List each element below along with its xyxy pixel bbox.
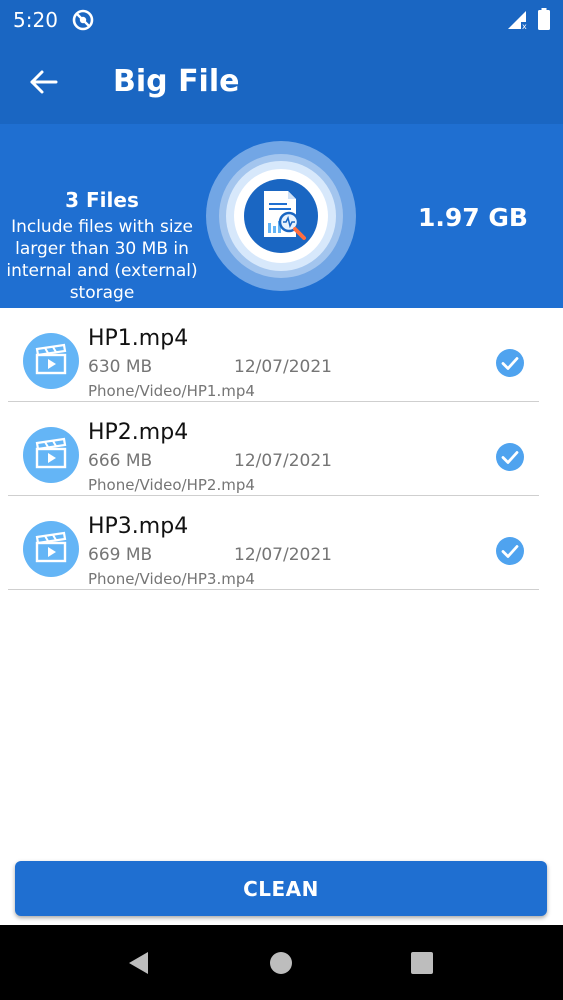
file-size: 630 MB [88,357,153,377]
video-file-icon [23,427,79,483]
file-size: 666 MB [88,451,153,471]
arrow-left-icon[interactable] [22,62,66,102]
summary-panel: 3 Files Include files with size larger t… [0,124,563,308]
checkmark-icon[interactable] [495,536,525,566]
battery-icon [538,8,550,30]
file-name: HP1.mp4 [88,326,189,351]
file-path: Phone/Video/HP3.mp4 [88,570,255,588]
file-list: HP1.mp4 630 MB 12/07/2021 Phone/Video/HP… [0,308,563,590]
video-file-icon [23,521,79,577]
status-bar: 5:20 x [0,0,563,40]
clean-button[interactable]: CLEAN [15,861,547,916]
document-search-icon [206,141,356,291]
nav-back-icon[interactable] [126,950,152,976]
file-date: 12/07/2021 [234,357,332,377]
navigation-bar [0,925,563,1000]
status-time: 5:20 [13,8,58,32]
nav-home-icon[interactable] [269,951,293,975]
file-date: 12/07/2021 [234,451,332,471]
file-path: Phone/Video/HP2.mp4 [88,476,255,494]
file-name: HP2.mp4 [88,420,189,445]
svg-text:x: x [522,22,527,30]
app-bar: Big File [0,40,563,124]
video-file-icon [23,333,79,389]
file-size: 669 MB [88,545,153,565]
file-count: 3 Files [65,188,139,212]
summary-description: Include files with size larger than 30 M… [6,217,198,303]
checkmark-icon[interactable] [495,442,525,472]
summary-info: 3 Files Include files with size larger t… [0,188,204,304]
nav-recents-icon[interactable] [410,951,434,975]
file-name: HP3.mp4 [88,514,189,539]
list-item[interactable]: HP3.mp4 669 MB 12/07/2021 Phone/Video/HP… [8,496,539,590]
list-item[interactable]: HP2.mp4 666 MB 12/07/2021 Phone/Video/HP… [8,402,539,496]
file-date: 12/07/2021 [234,545,332,565]
file-path: Phone/Video/HP1.mp4 [88,382,255,400]
page-title: Big File [113,64,240,99]
checkmark-icon[interactable] [495,348,525,378]
total-size: 1.97 GB [418,203,528,232]
sync-icon [72,9,94,31]
signal-icon: x [508,11,528,30]
list-item[interactable]: HP1.mp4 630 MB 12/07/2021 Phone/Video/HP… [8,308,539,402]
